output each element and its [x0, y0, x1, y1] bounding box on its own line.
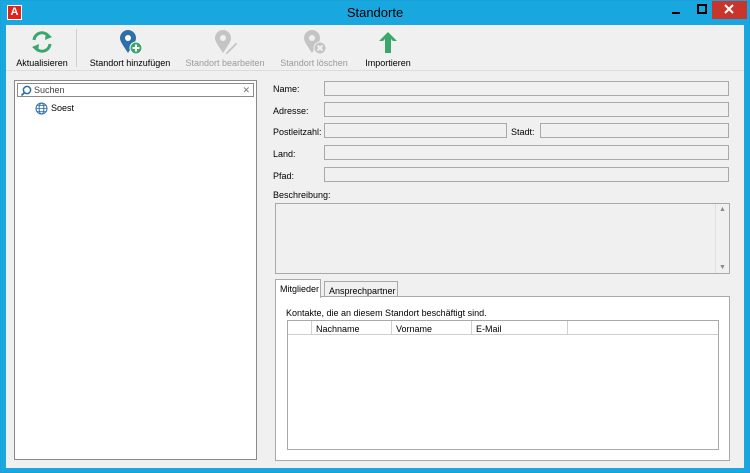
- members-description: Kontakte, die an diesem Standort beschäf…: [286, 308, 487, 318]
- search-box[interactable]: ✕: [17, 83, 254, 97]
- minimize-button[interactable]: [663, 1, 689, 19]
- country-field[interactable]: [324, 145, 729, 160]
- location-delete-icon: [304, 30, 327, 55]
- location-edit-icon: [215, 30, 238, 55]
- close-button[interactable]: [712, 1, 747, 19]
- add-location-label: Standort hinzufügen: [89, 58, 171, 68]
- description-label: Beschreibung:: [273, 190, 331, 200]
- title-bar[interactable]: A Standorte: [1, 1, 749, 25]
- clear-search-icon[interactable]: ✕: [242, 84, 250, 96]
- column-header-firstname[interactable]: Vorname: [392, 321, 472, 335]
- application-window: A Standorte Aktualisieren Standort hinzu…: [0, 0, 750, 473]
- tab-strip: Mitglieder Ansprechpartner: [275, 279, 730, 298]
- arrow-up-icon: [379, 32, 397, 53]
- window-client: Aktualisieren Standort hinzufügen Stando…: [6, 25, 744, 468]
- scroll-up-icon[interactable]: ▲: [719, 206, 726, 213]
- path-field[interactable]: [324, 167, 729, 182]
- members-table[interactable]: Nachname Vorname E-Mail: [287, 320, 719, 450]
- description-field[interactable]: ▲ ▼: [275, 203, 730, 274]
- refresh-label: Aktualisieren: [16, 58, 68, 68]
- members-tab-panel: Kontakte, die an diesem Standort beschäf…: [275, 296, 730, 461]
- name-field[interactable]: [324, 81, 729, 96]
- column-header-email[interactable]: E-Mail: [472, 321, 568, 335]
- search-input[interactable]: [34, 84, 234, 96]
- tab-members[interactable]: Mitglieder: [275, 279, 321, 298]
- delete-location-button[interactable]: Standort löschen: [276, 27, 352, 69]
- close-icon: [724, 4, 734, 14]
- city-label: Stadt:: [511, 127, 535, 137]
- minimize-icon: [672, 12, 680, 14]
- globe-icon: [35, 102, 48, 115]
- toolbar: Aktualisieren Standort hinzufügen Stando…: [6, 25, 744, 71]
- zip-label: Postleitzahl:: [273, 127, 322, 137]
- address-label: Adresse:: [273, 106, 309, 116]
- refresh-icon: [32, 31, 52, 53]
- scroll-down-icon[interactable]: ▼: [719, 264, 726, 271]
- import-button[interactable]: Importieren: [360, 27, 416, 69]
- column-header-lastname[interactable]: Nachname: [312, 321, 392, 335]
- maximize-icon: [697, 4, 707, 14]
- zip-field[interactable]: [324, 123, 507, 138]
- table-header: Nachname Vorname E-Mail: [288, 321, 718, 335]
- add-location-button[interactable]: Standort hinzufügen: [82, 27, 178, 69]
- name-label: Name:: [273, 84, 300, 94]
- country-label: Land:: [273, 149, 296, 159]
- edit-location-label: Standort bearbeiten: [185, 58, 265, 68]
- description-scrollbar[interactable]: ▲ ▼: [715, 204, 729, 273]
- edit-location-button[interactable]: Standort bearbeiten: [182, 27, 268, 69]
- location-add-icon: [120, 30, 143, 55]
- location-tree-panel: ✕ Soest: [14, 80, 257, 460]
- refresh-button[interactable]: Aktualisieren: [12, 27, 72, 69]
- address-field[interactable]: [324, 102, 729, 117]
- tree-item-label: Soest: [51, 103, 75, 113]
- city-field[interactable]: [540, 123, 729, 138]
- import-label: Importieren: [365, 58, 411, 68]
- search-icon: [20, 85, 32, 97]
- toolbar-separator: [76, 29, 77, 67]
- row-selector-header[interactable]: [288, 321, 312, 335]
- delete-location-label: Standort löschen: [280, 58, 348, 68]
- path-label: Pfad:: [273, 171, 295, 181]
- window-title: Standorte: [346, 5, 404, 20]
